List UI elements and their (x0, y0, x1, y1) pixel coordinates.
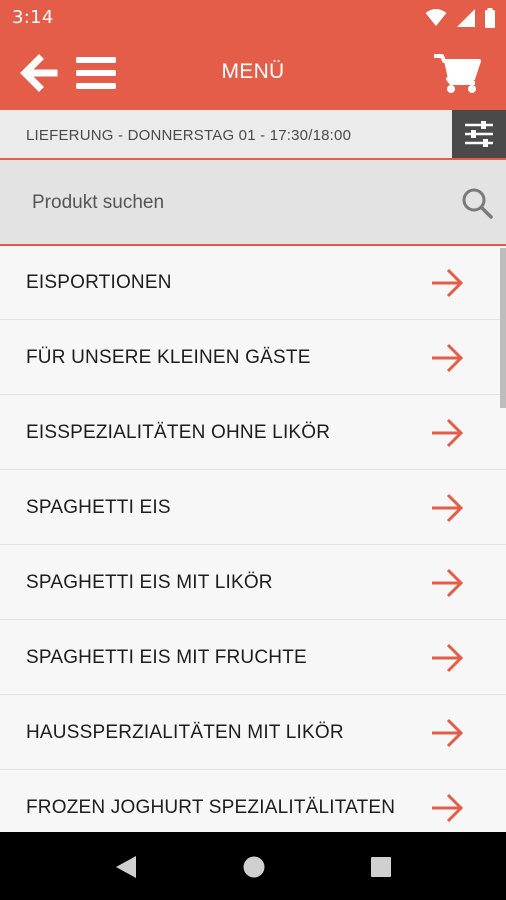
list-item[interactable]: EISPORTIONEN (0, 246, 506, 320)
arrow-right-icon (432, 418, 464, 448)
arrow-right-icon (432, 493, 464, 523)
list-item[interactable]: HAUSSPERZIALITÄTEN MIT LIKÖR (0, 696, 506, 770)
status-icons (421, 8, 496, 28)
wifi-icon (425, 9, 447, 26)
nav-home-button[interactable] (242, 855, 266, 884)
list-item-label: SPAGHETTI EIS MIT FRUCHTE (26, 647, 307, 668)
list-item[interactable]: SPAGHETTI EIS MIT LIKÖR (0, 546, 506, 620)
nav-recents-button[interactable] (370, 856, 392, 883)
list-item[interactable]: FROZEN JOGHURT SPEZIALITÄLITATEN (0, 771, 506, 832)
back-triangle-icon (116, 856, 136, 878)
sliders-icon (465, 121, 493, 147)
list-item-label: FÜR UNSERE KLEINEN GÄSTE (26, 347, 311, 368)
system-nav-bar (0, 832, 506, 900)
home-circle-icon (243, 856, 265, 878)
cell-signal-icon (456, 9, 475, 27)
list-item-label: SPAGHETTI EIS (26, 497, 171, 518)
list-item[interactable]: EISSPEZIALITÄTEN OHNE LIKÖR (0, 396, 506, 470)
menu-list: EISPORTIONEN FÜR UNSERE KLEINEN GÄSTE EI… (0, 246, 506, 832)
app-bar: MENÜ (0, 36, 506, 110)
status-time: 3:14 (12, 7, 54, 28)
list-item[interactable]: SPAGHETTI EIS MIT FRUCHTE (0, 621, 506, 695)
hamburger-icon (76, 57, 116, 89)
arrow-right-icon (432, 793, 464, 823)
cart-icon (434, 54, 481, 93)
list-item-label: EISPORTIONEN (26, 272, 172, 293)
list-item-label: FROZEN JOGHURT SPEZIALITÄLITATEN (26, 797, 396, 818)
delivery-info: LIEFERUNG - DONNERSTAG 01 - 17:30/18:00 (26, 127, 352, 144)
list-item[interactable]: SPAGHETTI EIS (0, 471, 506, 545)
search-button[interactable] (460, 186, 494, 225)
list-item[interactable]: FÜR UNSERE KLEINEN GÄSTE (0, 321, 506, 395)
arrow-left-icon (20, 54, 58, 92)
list-item-label: EISSPEZIALITÄTEN OHNE LIKÖR (26, 422, 331, 443)
filter-button[interactable] (452, 110, 506, 158)
arrow-right-icon (432, 568, 464, 598)
arrow-right-icon (432, 268, 464, 298)
recents-square-icon (371, 857, 391, 877)
status-bar: 3:14 (0, 0, 506, 36)
search-icon (462, 188, 493, 219)
list-item-label: HAUSSPERZIALITÄTEN MIT LIKÖR (26, 722, 344, 743)
scrollbar[interactable] (500, 248, 506, 408)
menu-button[interactable] (74, 54, 118, 92)
search-bar (0, 160, 506, 246)
delivery-bar: LIEFERUNG - DONNERSTAG 01 - 17:30/18:00 (0, 110, 506, 160)
arrow-right-icon (432, 343, 464, 373)
cart-button[interactable] (432, 52, 482, 94)
battery-icon (485, 8, 495, 28)
back-button[interactable] (20, 54, 58, 92)
arrow-right-icon (432, 643, 464, 673)
search-input[interactable] (14, 184, 454, 222)
nav-back-button[interactable] (114, 854, 138, 885)
arrow-right-icon (432, 718, 464, 748)
list-item-label: SPAGHETTI EIS MIT LIKÖR (26, 572, 273, 593)
